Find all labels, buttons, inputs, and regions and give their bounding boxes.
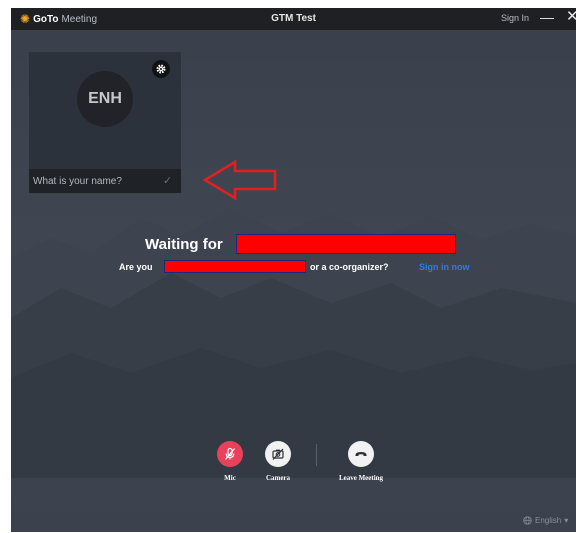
video-preview: ENH ✓ (29, 52, 181, 193)
leave-meeting-button[interactable] (348, 441, 374, 467)
check-icon[interactable]: ✓ (163, 174, 172, 187)
title-bar: ✺ GoTo Meeting GTM Test Sign In — ✕ (11, 8, 576, 30)
minimize-button[interactable]: — (540, 10, 554, 24)
waiting-message: Waiting for (11, 234, 576, 256)
controls-divider (316, 444, 317, 466)
name-bar: ✓ (29, 169, 181, 193)
are-you-label: Are you (119, 262, 153, 272)
camera-control[interactable]: Camera (248, 441, 308, 482)
globe-icon (523, 516, 532, 525)
chevron-down-icon: ▾ (564, 516, 569, 525)
app-window: ✺ GoToMeeting GTM Test Sign In — ✕ ENH ✓… (11, 8, 576, 532)
mic-button[interactable] (217, 441, 243, 467)
redacted-name (164, 260, 306, 273)
window-title: GTM Test (271, 13, 316, 24)
sign-in-now-link[interactable]: Sign in now (419, 262, 470, 272)
annotation-arrow (202, 159, 277, 201)
close-button[interactable]: ✕ (566, 9, 576, 25)
coorganizer-label: or a co-organizer? (310, 262, 389, 272)
camera-button[interactable] (265, 441, 291, 467)
leave-meeting-label: Leave Meeting (338, 474, 384, 482)
language-label: English (535, 516, 562, 525)
camera-label: Camera (265, 474, 291, 482)
camera-off-icon (272, 448, 284, 460)
coorganizer-question: Are you or a co-organizer? Sign in now (11, 260, 576, 274)
leave-meeting-icon (355, 452, 367, 456)
language-selector[interactable]: English ▾ (523, 516, 568, 525)
gear-icon (156, 64, 166, 74)
mountain-background (11, 208, 576, 478)
avatar: ENH (77, 71, 133, 127)
redacted-organizer-name (236, 234, 456, 254)
name-input[interactable] (33, 173, 153, 189)
waiting-label: Waiting for (145, 236, 223, 253)
mic-off-icon (224, 447, 236, 460)
sign-in-link[interactable]: Sign In (501, 13, 529, 23)
settings-button[interactable] (152, 60, 170, 78)
leave-meeting-control[interactable]: Leave Meeting (329, 441, 393, 482)
